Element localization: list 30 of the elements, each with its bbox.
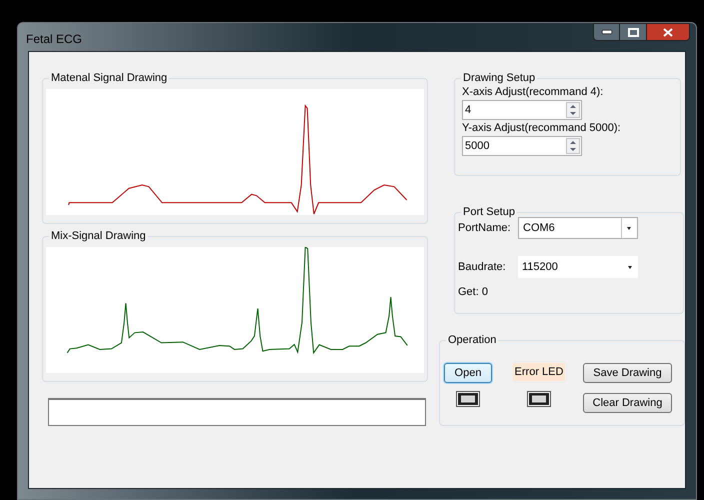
maximize-button[interactable] — [620, 23, 646, 41]
led-indicator-icon — [527, 391, 551, 407]
maximize-icon — [628, 28, 638, 36]
error-led-label: Error LED — [512, 363, 566, 381]
number-field[interactable]: 4 — [462, 100, 582, 120]
field-label: Baudrate: — [458, 260, 507, 275]
field-label: PortName: — [458, 220, 512, 236]
led-indicator-icon — [456, 391, 480, 407]
spinner-arrows-icon[interactable] — [566, 102, 580, 118]
close-icon — [663, 28, 673, 36]
text-field[interactable] — [48, 398, 426, 426]
minimize-icon — [602, 30, 612, 34]
group-title: Port Setup — [461, 205, 517, 219]
group-title: Operation — [446, 333, 498, 347]
window-title: Fetal ECG — [26, 31, 84, 48]
group-title: Matenal Signal Drawing — [49, 71, 170, 85]
status-text: Get: 0 — [458, 285, 489, 300]
group-title: Drawing Setup — [461, 71, 538, 85]
field-label: X-axis Adjust(recommand 4): — [462, 86, 604, 99]
action-button[interactable]: Clear Drawing — [583, 393, 672, 413]
action-button[interactable]: Save Drawing — [583, 363, 672, 383]
close-button[interactable] — [646, 23, 690, 41]
open-button[interactable]: Open — [444, 363, 492, 383]
spinner-arrows-icon[interactable] — [566, 138, 580, 154]
dropdown-field[interactable]: COM6 — [518, 217, 638, 239]
minimize-button[interactable] — [593, 23, 620, 41]
dropdown-field[interactable]: 115200 — [518, 256, 638, 278]
group-title: Mix-Signal Drawing — [49, 229, 148, 243]
field-label: Y-axis Adjust(recommand 5000): — [462, 122, 622, 135]
number-field[interactable]: 5000 — [462, 136, 582, 156]
